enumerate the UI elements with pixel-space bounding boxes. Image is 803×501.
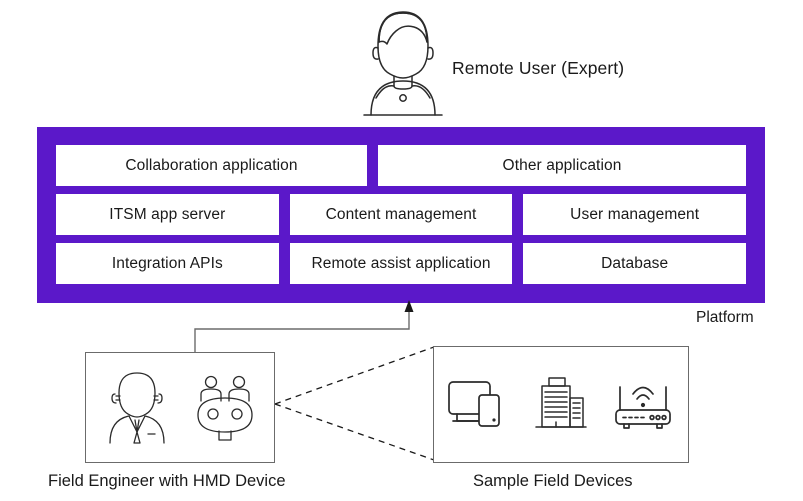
hmd-headset-icon (192, 373, 258, 443)
sample-field-devices-label: Sample Field Devices (473, 472, 633, 490)
field-engineer-label: Field Engineer with HMD Device (48, 472, 286, 490)
platform-tile-collaboration-application[interactable]: Collaboration application (56, 145, 367, 186)
platform-tile-user-management[interactable]: User management (523, 194, 747, 235)
devices-fan-connector (270, 338, 440, 468)
platform-tile-database[interactable]: Database (523, 243, 747, 284)
platform-label: Platform (696, 309, 754, 326)
remote-user-icon (352, 2, 462, 120)
building-icon (531, 376, 589, 434)
platform-tile-content-management[interactable]: Content management (289, 194, 513, 235)
sample-field-devices-box (433, 346, 689, 463)
hmd-to-platform-arrow (185, 298, 425, 360)
platform-tile-other-application[interactable]: Other application (378, 145, 746, 186)
monitor-phone-icon (447, 378, 509, 432)
wifi-router-icon (611, 376, 675, 434)
businessman-icon (102, 370, 176, 446)
platform-tile-itsm-app-server[interactable]: ITSM app server (56, 194, 279, 235)
platform-row-2: ITSM app server Content management User … (56, 194, 747, 235)
remote-user-label: Remote User (Expert) (452, 58, 625, 78)
platform-row-1: Collaboration application Other applicat… (56, 145, 746, 186)
platform-row-3: Integration APIs Remote assist applicati… (56, 243, 747, 284)
platform-container: Collaboration application Other applicat… (37, 127, 765, 303)
platform-tile-remote-assist-application[interactable]: Remote assist application (289, 243, 513, 284)
diagram-canvas: Remote User (Expert) Collaboration appli… (0, 0, 803, 501)
field-engineer-box (85, 352, 275, 463)
platform-tile-integration-apis[interactable]: Integration APIs (56, 243, 279, 284)
